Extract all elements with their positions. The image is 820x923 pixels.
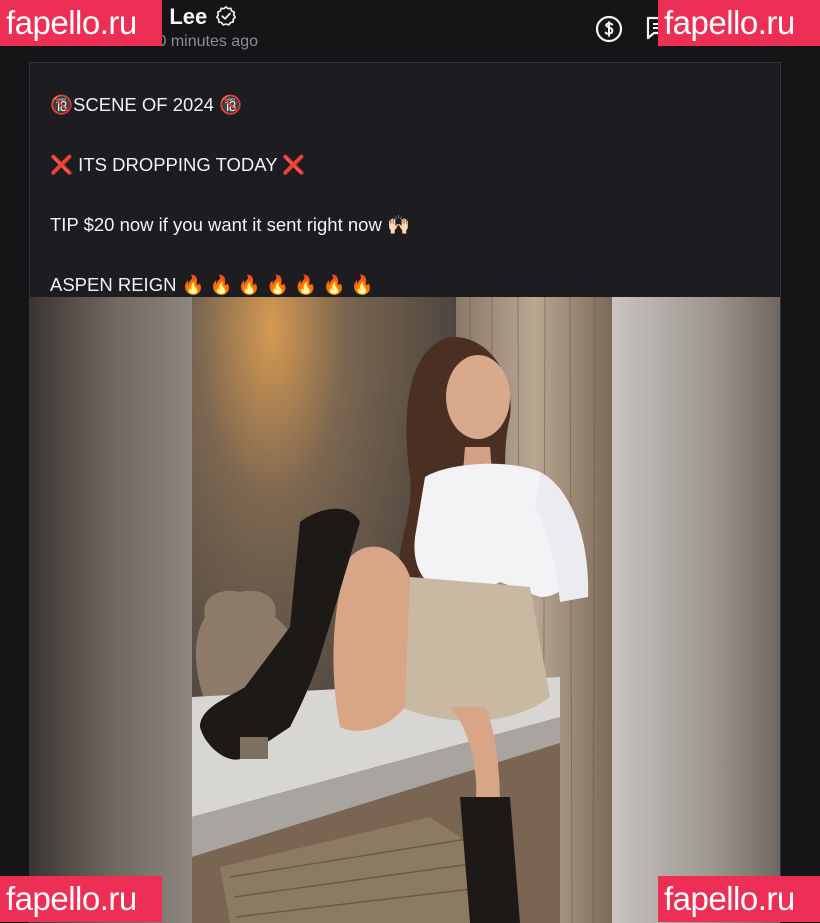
watermark-bottom-left: fapello.ru xyxy=(0,876,162,922)
watermark-top-left: fapello.ru xyxy=(0,0,162,46)
caption-line-1: 🔞SCENE OF 2024 🔞 xyxy=(50,94,243,115)
post-caption: 🔞SCENE OF 2024 🔞 ❌ ITS DROPPING TODAY ❌ … xyxy=(50,75,410,315)
watermark-top-right: fapello.ru xyxy=(658,0,820,46)
caption-line-2: ❌ ITS DROPPING TODAY ❌ xyxy=(50,154,306,175)
message-post: 🔞SCENE OF 2024 🔞 ❌ ITS DROPPING TODAY ❌ … xyxy=(29,62,781,923)
post-media-image[interactable] xyxy=(30,297,780,923)
caption-line-3: TIP $20 now if you want it sent right no… xyxy=(50,214,410,235)
verified-badge-icon xyxy=(216,6,237,26)
dollar-tip-icon[interactable] xyxy=(594,14,624,44)
photo-illustration xyxy=(30,297,780,923)
watermark-bottom-right: fapello.ru xyxy=(658,876,820,922)
